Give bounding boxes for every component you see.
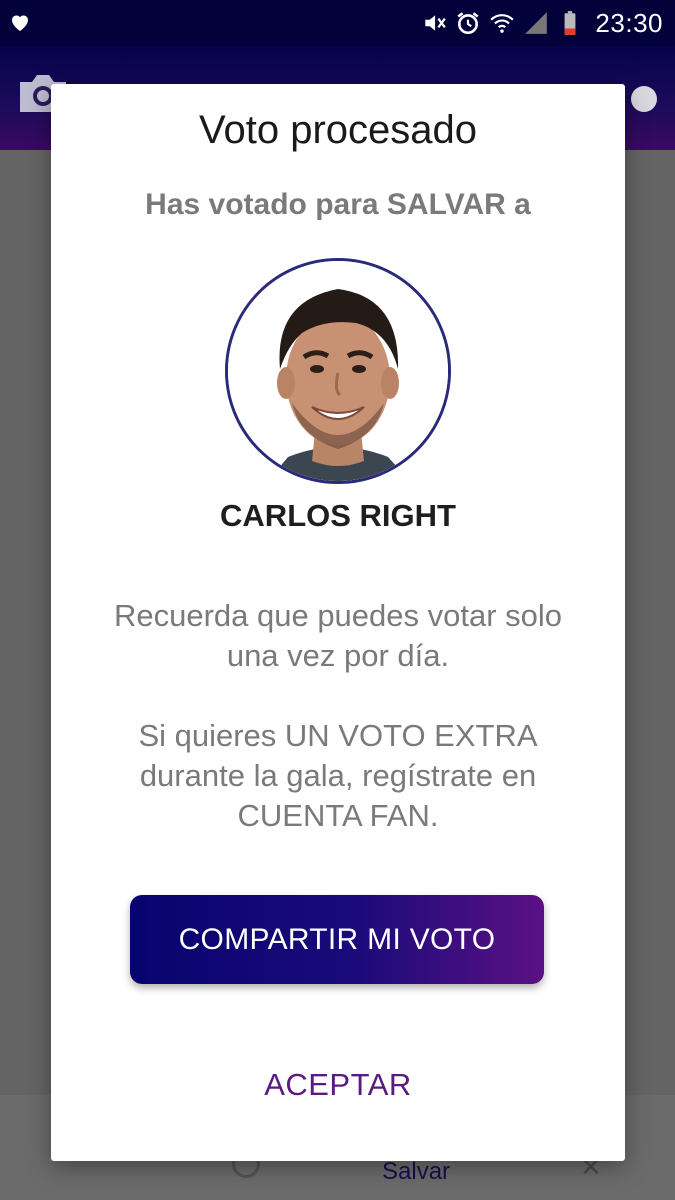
mute-icon xyxy=(425,15,447,31)
candidate-avatar xyxy=(225,258,451,484)
profile-dot-icon[interactable] xyxy=(631,86,657,112)
dialog-subtitle: Has votado para SALVAR a xyxy=(145,188,531,221)
candidate-photo xyxy=(228,261,448,481)
vote-limit-note: Recuerda que puedes votar solo una vez p… xyxy=(113,598,563,673)
vote-confirmation-dialog: Voto procesado Has votado para SALVAR a xyxy=(51,84,625,1161)
alarm-icon xyxy=(457,12,479,35)
signal-icon xyxy=(525,12,548,34)
accept-button[interactable]: ACEPTAR xyxy=(51,1067,625,1103)
status-icons: 23:30 xyxy=(421,6,663,40)
share-vote-button[interactable]: COMPARTIR MI VOTO xyxy=(130,895,544,984)
heart-icon xyxy=(12,15,28,31)
battery-icon xyxy=(565,11,576,35)
wifi-icon xyxy=(490,14,515,33)
extra-vote-note: Si quieres UN VOTO EXTRA durante la gala… xyxy=(138,718,538,833)
status-bar: 23:30 xyxy=(0,0,675,46)
dialog-title: Voto procesado xyxy=(199,108,477,152)
candidate-name: CARLOS RIGHT xyxy=(220,498,456,533)
clock-time: 23:30 xyxy=(595,7,663,38)
nav-item-salvar[interactable]: Salvar xyxy=(382,1158,450,1186)
